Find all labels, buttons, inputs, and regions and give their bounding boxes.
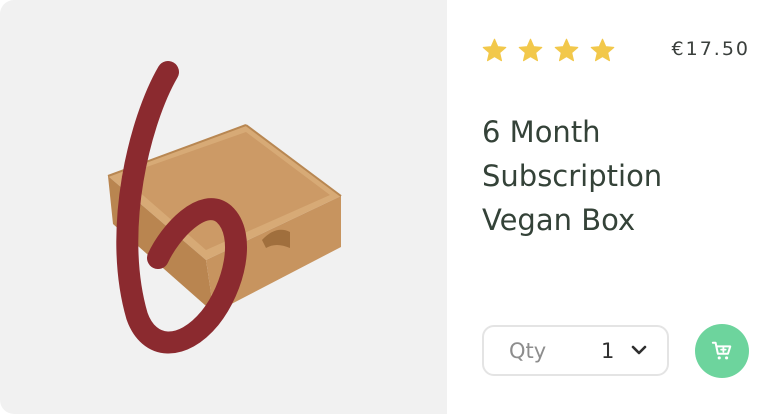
chevron-down-icon[interactable] <box>631 344 647 356</box>
star-icon <box>482 38 507 62</box>
product-card: €17.50 6 Month Subscription Vegan Box Qt… <box>0 0 784 414</box>
star-icon <box>590 38 615 62</box>
box-with-b-logo-image <box>107 61 342 354</box>
star-icon <box>518 38 543 62</box>
add-to-cart-icon <box>711 341 732 360</box>
rating-stars <box>481 37 616 64</box>
product-image[interactable] <box>0 0 447 414</box>
quantity-label: Qty <box>509 338 547 363</box>
product-info: €17.50 6 Month Subscription Vegan Box Qt… <box>447 0 784 414</box>
product-price: €17.50 <box>671 38 750 60</box>
star-icon <box>554 38 579 62</box>
quantity-value: 1 <box>601 338 615 363</box>
quantity-select[interactable]: Qty 1 <box>482 325 669 376</box>
add-to-cart-button[interactable] <box>695 324 749 378</box>
product-title[interactable]: 6 Month Subscription Vegan Box <box>482 110 752 242</box>
